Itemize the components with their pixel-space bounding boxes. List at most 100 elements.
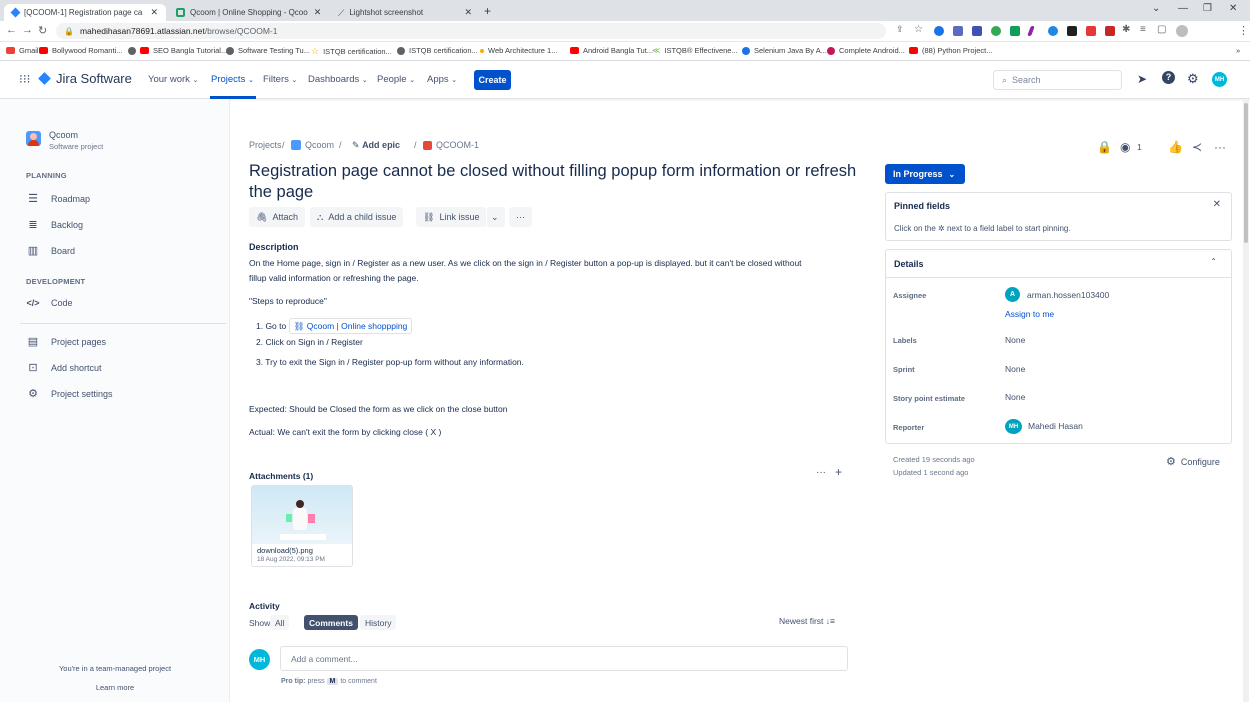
assign-to-me-link[interactable]: Assign to me <box>1005 309 1054 319</box>
close-icon[interactable]: ✕ <box>1213 199 1221 210</box>
filter-all-button[interactable]: All <box>270 615 290 630</box>
user-avatar[interactable]: MH <box>1212 72 1227 87</box>
nav-projects[interactable]: Projects ⌄ <box>211 74 254 85</box>
browser-menu-icon[interactable]: ⋮ <box>1238 24 1249 37</box>
attach-button[interactable]: 🖇 Attach <box>249 207 305 227</box>
sidebar-item-board[interactable]: ▥ Board <box>26 244 75 257</box>
profile-avatar-icon[interactable] <box>1176 25 1188 37</box>
extension-icon[interactable] <box>991 26 1001 36</box>
close-tab-icon[interactable]: ✕ <box>458 7 472 18</box>
more-actions-icon[interactable]: ··· <box>1214 140 1226 154</box>
watch-eye-icon[interactable]: ◉ <box>1120 140 1130 154</box>
reading-list-icon[interactable]: ≡ <box>1140 24 1146 35</box>
nav-your-work[interactable]: Your work ⌄ <box>148 74 198 85</box>
details-heading[interactable]: Details <box>894 259 924 269</box>
learn-more-link[interactable]: Learn more <box>0 683 230 692</box>
story-point-value[interactable]: None <box>1005 392 1025 402</box>
close-tab-icon[interactable]: ✕ <box>144 7 158 18</box>
browser-tab-jira[interactable]: [QCOOM-1] Registration page ca ✕ <box>4 4 166 21</box>
add-attachment-icon[interactable]: + <box>835 465 842 479</box>
chevron-up-icon[interactable]: ⌃ <box>1210 257 1217 266</box>
search-input[interactable]: ⌕ Search <box>993 70 1122 90</box>
bookmark-item[interactable]: ISTQB certification... <box>397 46 478 55</box>
attachments-more-icon[interactable]: ··· <box>816 467 826 478</box>
link-issue-button[interactable]: ⛓ Link issue <box>416 207 487 227</box>
bookmark-item[interactable]: ☆ ISTQB certification... <box>311 46 392 57</box>
breadcrumb-add-epic[interactable]: ✎ Add epic <box>352 140 400 151</box>
side-panel-icon[interactable]: ▢ <box>1157 24 1166 35</box>
lightshot-extension-icon[interactable] <box>1027 26 1035 36</box>
share-icon[interactable]: ≺ <box>1192 140 1202 154</box>
extension-icon[interactable] <box>934 26 944 36</box>
close-tab-icon[interactable]: ✕ <box>308 7 322 18</box>
restore-icon[interactable]: ❐ <box>1203 3 1212 14</box>
breadcrumb-issue[interactable]: QCOOM-1 <box>423 140 479 150</box>
reload-icon[interactable]: ↻ <box>38 24 47 37</box>
more-toolbar-button[interactable]: ··· <box>509 207 532 227</box>
more-bookmarks-icon[interactable]: » <box>1236 46 1240 55</box>
reporter-value[interactable]: Mahedi Hasan <box>1028 421 1083 431</box>
sidebar-item-backlog[interactable]: ≣ Backlog <box>26 218 83 231</box>
browser-tab-lightshot[interactable]: ⟋ Lightshot screenshot ✕ <box>330 4 480 21</box>
extension-icon[interactable] <box>1010 26 1020 36</box>
minimize-icon[interactable]: — <box>1178 3 1188 14</box>
share-icon[interactable]: ⇪ <box>896 24 904 35</box>
bookmark-item[interactable]: (88) Python Project... <box>909 46 992 55</box>
breadcrumb-project[interactable]: Qcoom <box>291 140 334 150</box>
link-issue-dropdown[interactable]: ⌄ <box>487 207 505 227</box>
add-child-issue-button[interactable]: ⛬ Add a child issue <box>310 207 404 227</box>
sidebar-item-add-shortcut[interactable]: ⊡ Add shortcut <box>26 361 101 374</box>
browser-tab-qcoom[interactable]: Qcoom | Online Shopping - Qcoo ✕ <box>168 4 328 21</box>
back-icon[interactable]: ← <box>6 24 17 36</box>
filter-history-button[interactable]: History <box>360 615 397 630</box>
issue-title[interactable]: Registration page cannot be closed witho… <box>249 161 869 203</box>
labels-value[interactable]: None <box>1005 335 1025 345</box>
bookmark-item[interactable]: SEO Bangla Tutorial... <box>128 46 227 55</box>
sprint-value[interactable]: None <box>1005 364 1025 374</box>
extension-icon[interactable] <box>1105 26 1115 36</box>
extension-icon[interactable] <box>1086 26 1096 36</box>
assignee-value[interactable]: arman.hossen103400 <box>1027 290 1109 300</box>
sidebar-item-project-settings[interactable]: ⚙ Project settings <box>26 387 112 400</box>
extension-icon[interactable] <box>972 26 982 36</box>
app-switcher-icon[interactable]: ⁝⁝⁝ <box>19 72 30 86</box>
jira-logo[interactable]: Jira Software <box>38 71 132 86</box>
nav-apps[interactable]: Apps ⌄ <box>427 74 457 85</box>
tab-search-chevron-icon[interactable]: ⌄ <box>1152 3 1160 14</box>
extension-icon[interactable] <box>1067 26 1077 36</box>
restrict-lock-icon[interactable]: 🔒 <box>1097 140 1112 154</box>
settings-gear-icon[interactable]: ⚙ <box>1187 71 1199 87</box>
bookmark-item[interactable]: Gmail <box>6 46 39 55</box>
bookmark-star-icon[interactable]: ☆ <box>914 24 923 35</box>
close-window-icon[interactable]: ✕ <box>1229 3 1237 14</box>
extension-icon[interactable] <box>1048 26 1058 36</box>
new-tab-icon[interactable]: + <box>484 4 491 18</box>
sidebar-item-project-pages[interactable]: ▤ Project pages <box>26 335 106 348</box>
bookmark-item[interactable]: Selenium Java By A... <box>742 46 827 55</box>
create-button[interactable]: Create <box>474 70 511 90</box>
comment-input[interactable]: Add a comment... <box>280 646 848 671</box>
help-icon[interactable]: ? <box>1162 71 1175 84</box>
forward-icon[interactable]: → <box>22 24 33 36</box>
scrollbar-thumb[interactable] <box>1244 103 1248 243</box>
bookmark-item[interactable]: Bollywood Romanti... <box>39 46 122 55</box>
bookmark-item[interactable]: Web Architecture 1... <box>480 46 557 55</box>
qcoom-link[interactable]: ⛓ Qcoom | Online shoppping <box>288 318 413 334</box>
sidebar-item-roadmap[interactable]: ☰ Roadmap <box>26 192 90 205</box>
sidebar-item-code[interactable]: </> Code <box>26 298 72 308</box>
status-dropdown-button[interactable]: In Progress ⌄ <box>885 164 965 184</box>
filter-comments-button[interactable]: Comments <box>304 615 358 630</box>
bookmark-item[interactable]: Software Testing Tu... <box>226 46 310 55</box>
nav-dashboards[interactable]: Dashboards ⌄ <box>308 74 368 85</box>
sort-newest-first[interactable]: Newest first ↓≡ <box>779 616 835 626</box>
extensions-puzzle-icon[interactable]: ✱ <box>1122 24 1130 35</box>
configure-button[interactable]: ⚙ Configure <box>1166 455 1220 468</box>
notifications-icon[interactable]: ➤ <box>1137 72 1147 86</box>
attachment-card[interactable]: download(5).png 18 Aug 2022, 09:13 PM <box>251 485 353 567</box>
nav-filters[interactable]: Filters ⌄ <box>263 74 297 85</box>
bookmark-item[interactable]: Complete Android... <box>827 46 905 55</box>
extension-icon[interactable] <box>953 26 963 36</box>
breadcrumb-projects[interactable]: Projects <box>249 140 282 150</box>
nav-people[interactable]: People ⌄ <box>377 74 415 85</box>
bookmark-item[interactable]: ≪ ISTQB® Effectivene... <box>652 46 738 55</box>
